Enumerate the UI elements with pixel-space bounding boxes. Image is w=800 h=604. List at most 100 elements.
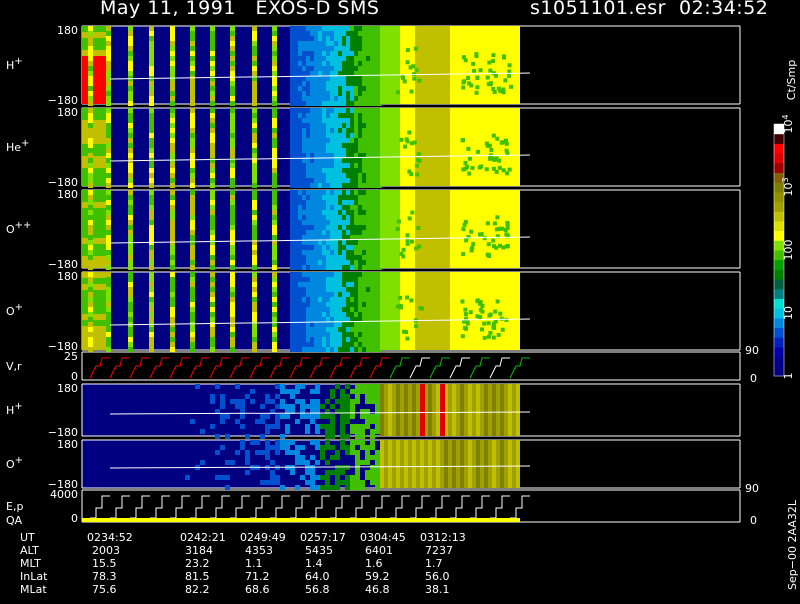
cell (350, 292, 354, 297)
cell (252, 96, 257, 101)
cell (326, 143, 330, 148)
cell (290, 56, 294, 61)
cell (322, 108, 326, 113)
cell (350, 128, 354, 133)
cell (149, 51, 154, 56)
cell (290, 332, 294, 337)
time-axis-value: 15.5 (92, 557, 117, 570)
cell (318, 51, 322, 56)
cell (360, 460, 365, 465)
cell (106, 163, 111, 168)
cell (342, 133, 346, 138)
cell (290, 195, 294, 200)
cell (334, 332, 338, 337)
cell (149, 327, 154, 332)
cell (255, 419, 260, 424)
cell (338, 26, 342, 31)
cell (106, 215, 111, 220)
cell (306, 322, 310, 327)
cell (149, 143, 154, 148)
panel-oplus-ytop: 180 (57, 270, 78, 283)
cell (326, 240, 330, 245)
cell (310, 108, 314, 113)
cell (290, 173, 294, 178)
cell (326, 183, 330, 188)
cell (302, 210, 306, 215)
cell (342, 245, 346, 250)
cell (210, 312, 215, 317)
cell (318, 332, 322, 337)
cell (334, 56, 338, 61)
cell (350, 158, 354, 163)
cell (370, 173, 374, 178)
cell (358, 282, 362, 287)
cell (310, 342, 314, 347)
cell (210, 113, 215, 118)
cell (88, 168, 93, 173)
cell (255, 440, 260, 445)
cell (106, 56, 111, 61)
cell (275, 440, 280, 445)
cell (318, 342, 322, 347)
cell (272, 190, 277, 195)
time-axis-value: 1.4 (305, 557, 323, 570)
cell (342, 41, 346, 46)
cell (272, 225, 277, 230)
cell (346, 327, 350, 332)
cell (225, 485, 230, 490)
cell (290, 317, 294, 322)
cell (88, 215, 93, 220)
cell (334, 265, 338, 270)
cell (318, 96, 322, 101)
cell (82, 308, 106, 314)
cell (362, 81, 366, 86)
cell (82, 232, 106, 238)
cell (486, 252, 491, 257)
cell (346, 133, 350, 138)
cell (322, 235, 326, 240)
cell (330, 470, 335, 475)
cell (491, 58, 496, 63)
cell (330, 36, 334, 41)
cell (358, 297, 362, 302)
cell (360, 445, 365, 450)
cell (358, 148, 362, 153)
cell (342, 81, 346, 86)
cell (346, 205, 350, 210)
cell (272, 86, 277, 91)
cell (330, 66, 334, 71)
time-axis-value: 38.1 (425, 583, 450, 596)
cell (374, 312, 378, 317)
cell (335, 450, 340, 455)
cell (310, 282, 314, 287)
cell (272, 277, 277, 282)
cell (306, 210, 310, 215)
cell (375, 460, 380, 465)
cell (252, 61, 257, 66)
cell (306, 91, 310, 96)
cell (290, 302, 294, 307)
cell (370, 470, 375, 475)
cell (370, 128, 374, 133)
cell (252, 183, 257, 188)
cell (362, 163, 366, 168)
cell (306, 183, 310, 188)
cell (370, 86, 374, 91)
cell (366, 225, 370, 230)
time-axis-row-label: InLat (20, 570, 48, 583)
cell (310, 332, 314, 337)
cell (270, 475, 275, 480)
cell (294, 235, 298, 240)
cell (350, 61, 354, 66)
cell (310, 51, 314, 56)
cell (330, 76, 334, 81)
cell (374, 36, 378, 41)
cell (170, 230, 175, 235)
cell (396, 440, 400, 488)
cell (128, 307, 133, 312)
cell (350, 282, 354, 287)
cell (350, 440, 355, 445)
cell (128, 337, 133, 342)
cell (252, 337, 257, 342)
cell (322, 200, 326, 205)
